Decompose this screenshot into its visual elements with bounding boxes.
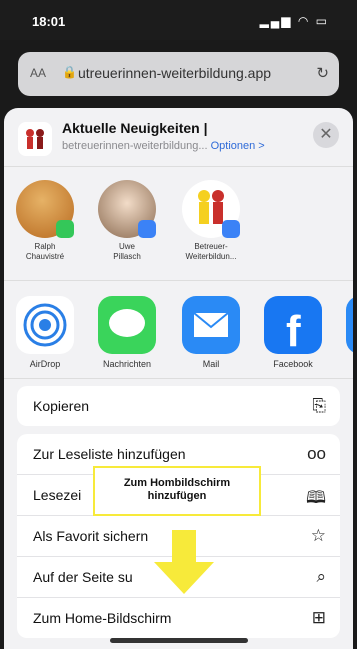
- messages-badge-icon: [56, 220, 74, 238]
- contact-name: Ralph Chauvistré: [25, 242, 65, 261]
- copy-icon: ⎘: [312, 396, 326, 415]
- search-icon: ⌕: [316, 567, 326, 586]
- glasses-icon: oo: [307, 444, 326, 463]
- app-name: Facebook: [273, 359, 313, 369]
- tooltip-annotation: Zum Hombildschirm hinzufügen: [93, 466, 261, 516]
- arrow-down-icon: [154, 530, 214, 594]
- contact-name: Uwe Pillasch: [113, 242, 141, 261]
- share-subtitle: betreuerinnen-weiterbildung... Optionen …: [62, 140, 265, 152]
- action-label: Als Favorit sichern: [33, 528, 149, 544]
- apps-row: AirDrop Nachrichten Mail f Facebook: [4, 288, 353, 374]
- action-label: Kopieren: [33, 398, 90, 414]
- app-more[interactable]: [340, 296, 353, 354]
- app-name: AirDrop: [29, 359, 61, 369]
- action-label: Zum Home-Bildschirm: [33, 610, 172, 626]
- add-square-icon: ⊞: [311, 608, 326, 627]
- action-label: Zur Leseliste hinzufügen: [33, 446, 186, 462]
- app-name: Nachrichten: [102, 359, 152, 369]
- star-icon: ☆: [310, 526, 326, 545]
- contact-name: Betreuer- Weiterbildun...: [185, 242, 237, 261]
- svg-text:f: f: [286, 307, 301, 354]
- tooltip-text: Zum Hombildschirm hinzufügen: [123, 477, 231, 502]
- app-airdrop[interactable]: AirDrop: [10, 296, 80, 369]
- contact-uwe[interactable]: Uwe Pillasch: [92, 180, 162, 262]
- mail-badge-icon: [222, 220, 240, 238]
- signal-wifi-battery-icon: ▂▄▆ ◠ ▭: [259, 14, 329, 28]
- action-add-to-home[interactable]: Zum Home-Bildschirm ⊞: [17, 598, 340, 638]
- avatar: [16, 180, 74, 238]
- contact-ralph[interactable]: Ralph Chauvistré: [10, 180, 80, 262]
- action-group-copy: Kopieren ⎘: [17, 386, 340, 426]
- divider: [4, 378, 353, 379]
- messages-icon: [98, 296, 156, 354]
- action-label: Lesezei: [33, 487, 82, 503]
- share-title: Aktuelle Neuigkeiten |: [62, 120, 208, 136]
- site-favicon: [18, 122, 52, 156]
- status-bar: 18:01 ▂▄▆ ◠ ▭: [0, 0, 357, 40]
- options-link[interactable]: Optionen >: [211, 140, 265, 152]
- app-messages[interactable]: Nachrichten: [92, 296, 162, 369]
- close-icon[interactable]: ✕: [313, 122, 339, 148]
- book-icon: 🕮: [305, 488, 326, 507]
- app-facebook[interactable]: f Facebook: [258, 296, 328, 369]
- share-domain: betreuerinnen-weiterbildung...: [62, 140, 208, 152]
- facebook-icon: f: [264, 296, 322, 354]
- contact-betreuer[interactable]: Betreuer- Weiterbildun...: [176, 180, 246, 262]
- app-name: Mail: [202, 359, 220, 369]
- home-indicator: [110, 638, 248, 643]
- airdrop-icon: [16, 296, 74, 354]
- app-partial-icon: [346, 296, 353, 354]
- address-bar[interactable]: AA 🔒 utreuerinnen-weiterbildung.app ↻: [18, 52, 339, 96]
- status-time: 18:01: [32, 14, 66, 29]
- mail-badge-icon: [138, 220, 156, 238]
- people-row: Ralph Chauvistré Uwe Pillasch Betreuer- …: [4, 168, 353, 274]
- address-url[interactable]: utreuerinnen-weiterbildung.app: [78, 65, 271, 81]
- divider: [4, 280, 353, 281]
- reader-aa-button[interactable]: AA: [30, 66, 46, 80]
- avatar: [98, 180, 156, 238]
- app-mail[interactable]: Mail: [176, 296, 246, 369]
- share-header: Aktuelle Neuigkeiten | betreuerinnen-wei…: [4, 108, 353, 167]
- avatar: [182, 180, 240, 238]
- action-copy[interactable]: Kopieren ⎘: [17, 386, 340, 426]
- reload-icon[interactable]: ↻: [316, 64, 329, 82]
- mail-icon: [182, 296, 240, 354]
- lock-icon: 🔒: [62, 65, 77, 79]
- action-label: Auf der Seite su: [33, 569, 133, 585]
